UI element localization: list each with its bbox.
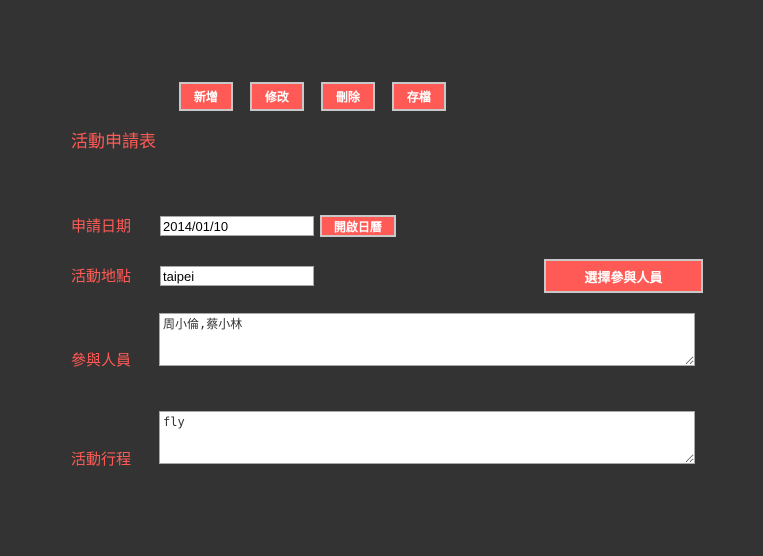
schedule-label: 活動行程 xyxy=(71,450,132,468)
delete-button[interactable]: 刪除 xyxy=(321,82,375,111)
location-input[interactable] xyxy=(160,266,314,286)
edit-button[interactable]: 修改 xyxy=(250,82,304,111)
save-button[interactable]: 存檔 xyxy=(392,82,446,111)
participants-textarea[interactable]: 周小倫,蔡小林 xyxy=(159,313,695,366)
open-calendar-button[interactable]: 開啟日曆 xyxy=(320,215,396,237)
location-label: 活動地點 xyxy=(71,267,132,285)
schedule-textarea[interactable]: fly xyxy=(159,411,695,464)
select-participants-button[interactable]: 選擇參與人員 xyxy=(544,259,703,293)
form-title: 活動申請表 xyxy=(71,132,156,152)
new-button[interactable]: 新增 xyxy=(179,82,233,111)
date-input[interactable] xyxy=(160,216,314,236)
participants-label: 參與人員 xyxy=(71,351,132,369)
date-label: 申請日期 xyxy=(71,217,132,235)
